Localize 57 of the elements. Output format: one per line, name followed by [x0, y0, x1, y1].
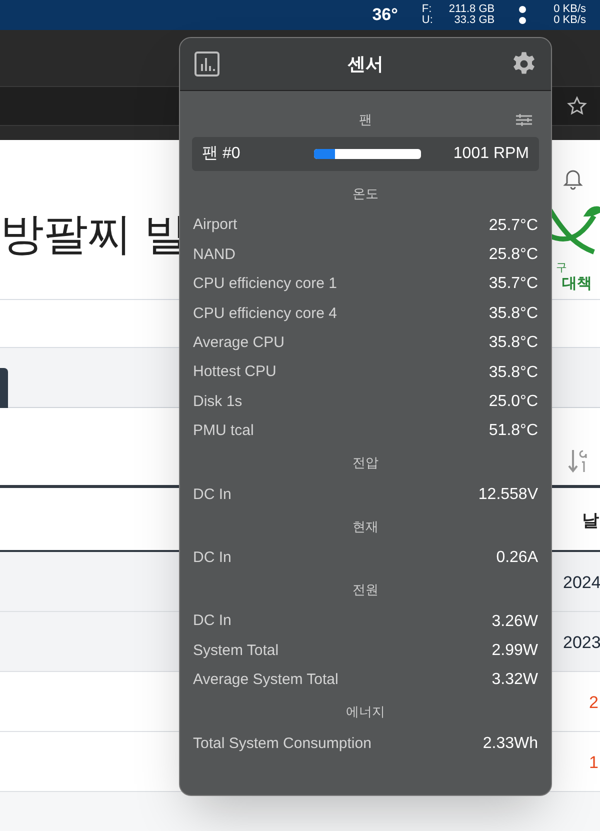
temperature-reading: 36° — [372, 4, 398, 26]
settings-icon[interactable] — [511, 51, 537, 77]
sensor-label: Disk 1s — [193, 392, 242, 412]
sensor-label: DC In — [193, 548, 232, 568]
sensor-label: PMU tcal — [193, 421, 254, 442]
section-title: 에너지 — [346, 703, 385, 722]
disk-value: 33.3 GB — [453, 15, 495, 26]
sensor-label: CPU efficiency core 4 — [193, 304, 337, 324]
logo-text: 구 — [556, 261, 567, 276]
sensor-label: DC In — [193, 484, 232, 505]
popup-title: 센서 — [348, 52, 384, 76]
sensor-value: 2.99W — [492, 640, 538, 661]
network-speed: 0 KB/s — [554, 15, 586, 26]
sensor-label: Airport — [193, 215, 238, 236]
sensor-value: 35.8°C — [488, 362, 538, 383]
sensor-label: System Total — [193, 640, 279, 661]
section-title: 전압 — [352, 454, 378, 472]
chart-icon[interactable] — [194, 51, 220, 77]
sensor-value: 0.26A — [496, 548, 538, 568]
fan-label: 팬 #0 — [202, 144, 242, 164]
disk-value: 211.8 GB — [448, 4, 495, 15]
sensor-label: NAND — [193, 244, 236, 265]
network-speed: 0 KB/s — [554, 4, 586, 15]
sensor-value: 25.7°C — [488, 216, 538, 236]
fan-speed-value: 1001 RPM — [453, 144, 529, 164]
table-cell-text: 2023 — [563, 632, 600, 654]
sensor-value: 35.7°C — [488, 274, 538, 294]
table-cell-text: 1 — [589, 752, 598, 774]
sensor-label: Hottest CPU — [193, 362, 276, 382]
column-header: 날 — [582, 510, 599, 532]
table-cell-text: 2 — [589, 692, 598, 714]
sliders-icon[interactable] — [515, 112, 533, 128]
star-icon[interactable] — [566, 95, 588, 117]
sensor-value: 35.8°C — [488, 333, 538, 354]
table-cell-text: 2024 — [563, 572, 600, 594]
sensor-value: 25.8°C — [488, 245, 538, 266]
section-title: 온도 — [352, 185, 378, 204]
sensor-label: DC In — [193, 611, 232, 632]
section-title: 전원 — [352, 581, 378, 600]
sensor-label: Average System Total — [193, 670, 338, 690]
sensor-value: 25.0°C — [488, 392, 538, 412]
sensor-label: Total System Consumption — [193, 734, 372, 754]
sensor-label: CPU efficiency core 1 — [193, 274, 337, 294]
section-title: 현재 — [352, 518, 378, 536]
sensor-value: 35.8°C — [488, 304, 538, 324]
disk-label: F: — [422, 4, 433, 15]
sensor-label: Average CPU — [193, 333, 284, 353]
sort-icon[interactable] — [568, 448, 590, 474]
section-title: 팬 — [359, 111, 372, 130]
bell-icon[interactable] — [563, 168, 583, 190]
sensor-value: 3.26W — [492, 612, 538, 632]
sensor-value: 51.8°C — [488, 421, 538, 442]
logo-text: 대책 — [562, 274, 592, 294]
sensor-value: 3.32W — [492, 670, 538, 690]
disk-label: U: — [422, 15, 433, 26]
sensor-value: 12.558V — [478, 484, 538, 505]
sensor-value: 2.33Wh — [482, 734, 538, 754]
